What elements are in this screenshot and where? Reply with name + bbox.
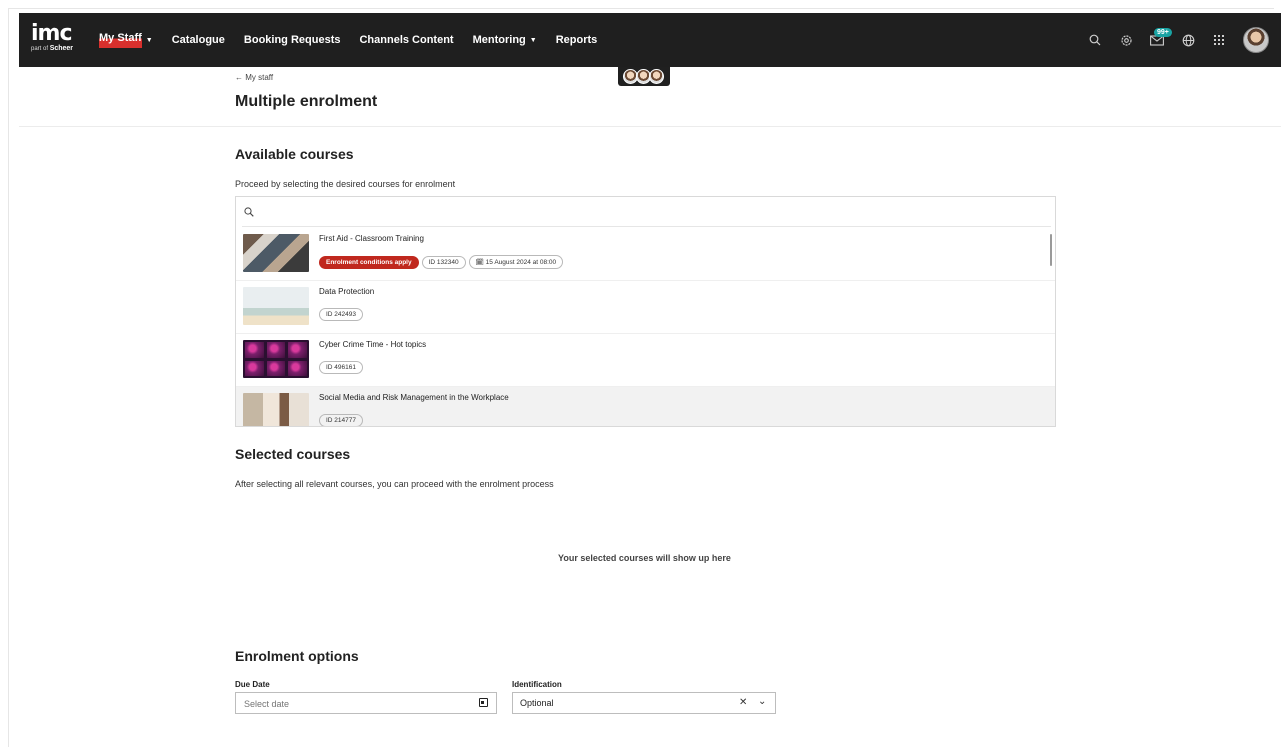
messages-badge: 99+ [1154,28,1172,37]
available-courses-subtitle: Proceed by selecting the desired courses… [235,179,456,189]
course-id-badge: ID 242493 [319,308,363,321]
chevron-down-icon: ▼ [145,36,153,44]
globe-icon[interactable] [1174,26,1202,54]
course-item[interactable]: First Aid - Classroom Training Enrolment… [236,228,1055,281]
nav-catalogue[interactable]: Catalogue [172,34,225,46]
course-tags: Enrolment conditions apply ID 132340 🗓 1… [319,255,566,269]
selected-courses-subtitle: After selecting all relevant courses, yo… [235,479,554,489]
course-date-badge: 🗓 15 August 2024 at 08:00 [468,255,564,269]
course-id-badge: ID 132340 [421,255,466,269]
course-item[interactable]: Social Media and Risk Management in the … [236,387,1055,426]
course-title: Social Media and Risk Management in the … [319,393,509,402]
nav-channels-content-label: Channels Content [359,34,454,46]
course-item[interactable]: Data Protection ID 242493 [236,281,1055,334]
top-navigation-bar: imc part of Scheer My Staff ▼ Catalogue B… [19,13,1281,67]
nav-booking-requests[interactable]: Booking Requests [244,34,341,46]
nav-reports-label: Reports [555,34,598,46]
nav-my-staff[interactable]: My Staff ▼ [99,32,153,48]
course-id-badge: ID 496161 [319,361,363,374]
course-title: First Aid - Classroom Training [319,234,424,243]
course-tags: ID 242493 [319,308,366,321]
course-tags: ID 214777 [319,414,366,426]
course-tags: ID 496161 [319,361,366,374]
participant-avatar [648,69,664,84]
calendar-icon[interactable] [479,698,488,707]
header-divider [19,126,1281,127]
course-results: First Aid - Classroom Training Enrolment… [236,228,1055,426]
course-thumbnail [243,340,309,378]
course-id-badge: ID 214777 [319,414,363,426]
header-actions: 99+ [1078,13,1269,67]
search-icon [244,206,254,217]
enrolment-options-title: Enrolment options [235,648,359,664]
due-date-field[interactable] [235,692,497,715]
logo-tagline: part of Scheer [31,45,74,52]
settings-icon[interactable] [1112,26,1140,54]
identification-label: Identification [512,680,562,689]
identification-value: Optional [520,698,554,708]
list-scrollbar[interactable] [1050,234,1052,266]
clear-icon[interactable]: ✕ [739,697,747,708]
available-courses-title: Available courses [235,146,354,162]
empty-message-text: Your selected courses will show up here [558,553,731,563]
search-icon[interactable] [1081,26,1109,54]
course-search-input[interactable] [260,205,1055,218]
search-divider [242,226,1051,227]
course-search [236,197,1055,226]
user-avatar[interactable] [1243,27,1269,53]
participants-indicator [618,67,670,86]
nav-catalogue-label: Catalogue [171,34,225,46]
selected-courses-empty-message: Your selected courses will show up here [235,553,1054,563]
selected-courses-title: Selected courses [235,446,351,462]
course-thumbnail [243,393,309,426]
course-title: Cyber Crime Time - Hot topics [319,340,427,349]
breadcrumb-back-link[interactable]: ← My staff [235,73,273,82]
chevron-down-icon: ▼ [529,36,537,44]
imc-logo[interactable]: imc part of Scheer [31,23,77,57]
page-title: Multiple enrolment [235,93,378,110]
chevron-down-icon[interactable]: ⌄ [758,696,766,707]
nav-mentoring[interactable]: Mentoring ▼ [473,34,537,46]
logo-wordmark: imc [31,21,73,46]
nav-mentoring-label: Mentoring [472,34,526,46]
course-title: Data Protection [319,287,375,296]
course-thumbnail [243,287,309,325]
due-date-label: Due Date [235,680,270,689]
nav-booking-requests-label: Booking Requests [243,34,341,46]
apps-grid-icon[interactable] [1205,26,1233,54]
enrolment-conditions-badge: Enrolment conditions apply [319,255,419,269]
messages-icon[interactable]: 99+ [1143,26,1172,54]
nav-reports[interactable]: Reports [556,34,598,46]
course-thumbnail [243,234,309,272]
nav-my-staff-label: My Staff [99,32,142,48]
main-menu: My Staff ▼ Catalogue Booking Requests Cha… [99,32,616,48]
course-item[interactable]: Cyber Crime Time - Hot topics ID 496161 [236,334,1055,387]
due-date-input[interactable] [242,693,466,715]
available-courses-list: First Aid - Classroom Training Enrolment… [235,196,1056,427]
nav-channels-content[interactable]: Channels Content [359,34,453,46]
identification-select[interactable]: Optional ✕ ⌄ [512,692,776,714]
